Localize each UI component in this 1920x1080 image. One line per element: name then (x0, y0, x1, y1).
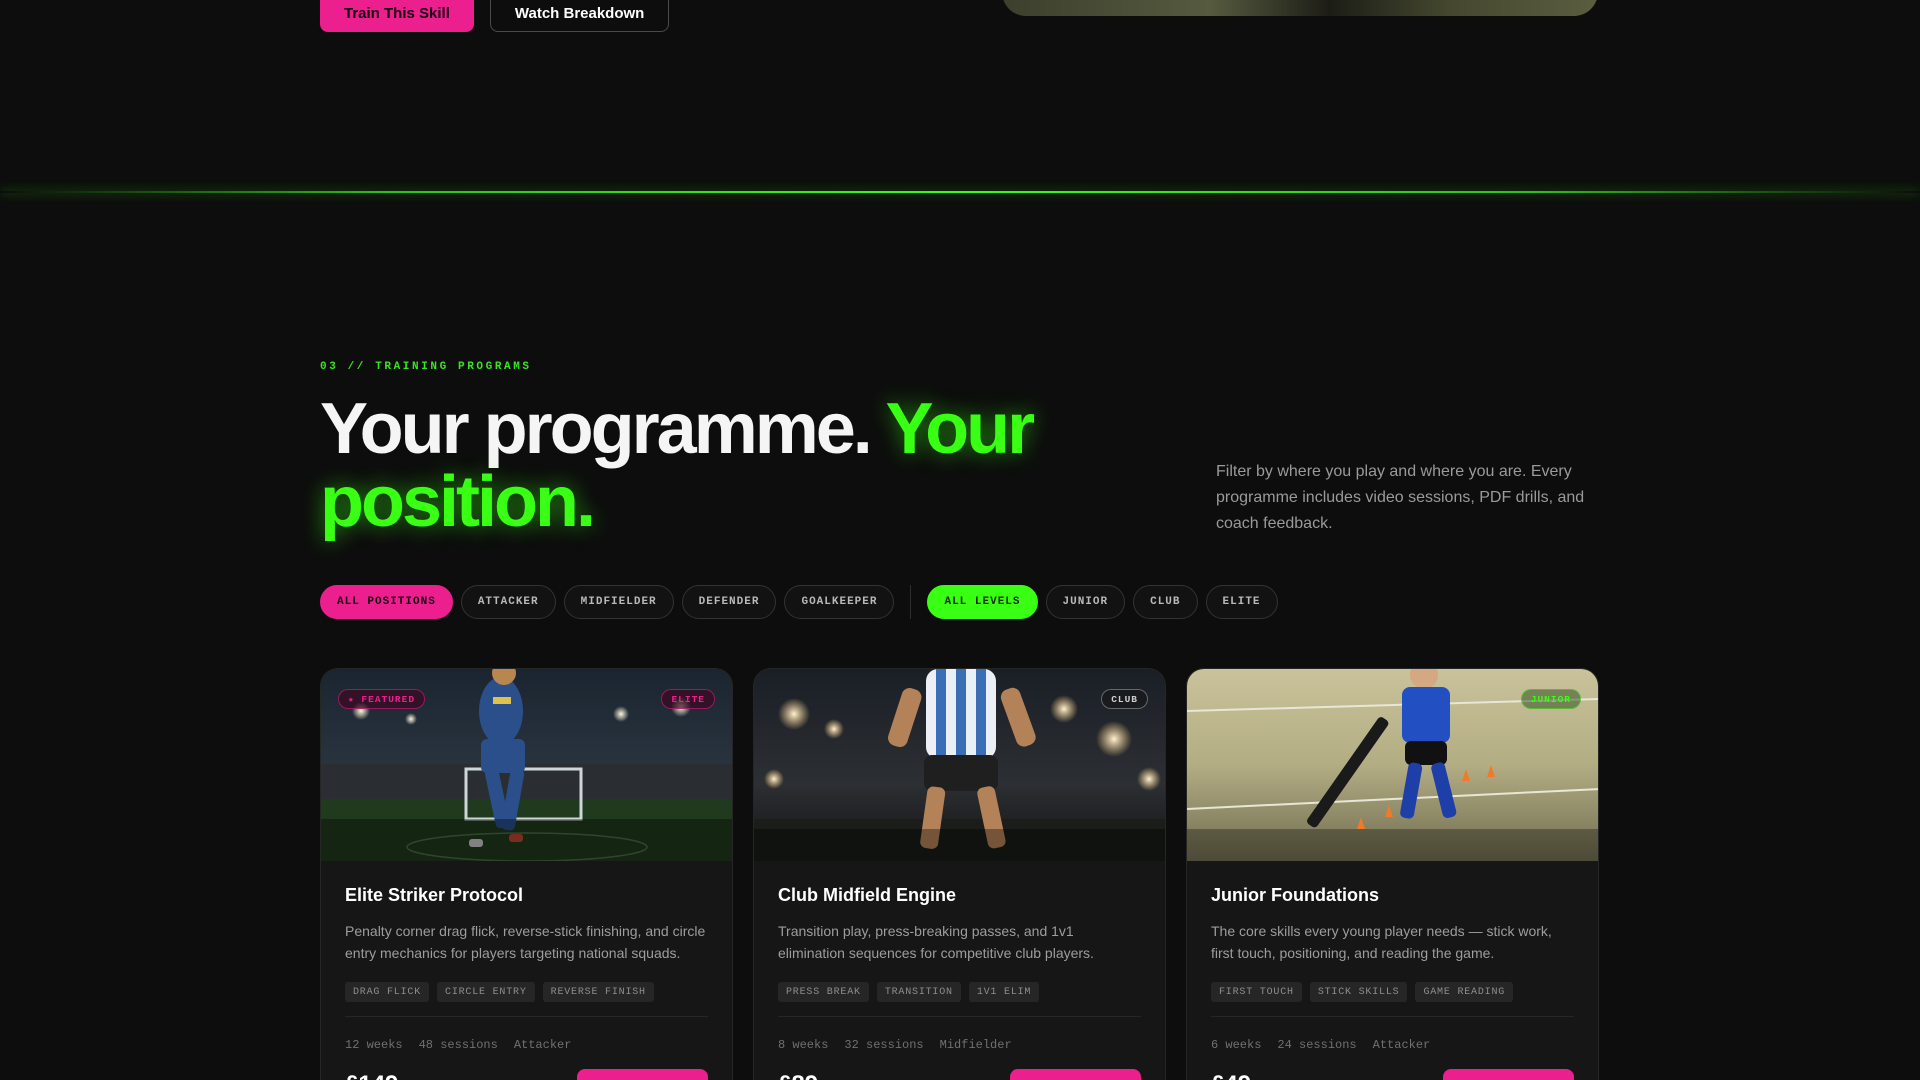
program-price: £89 (778, 1069, 818, 1080)
program-sessions: 24 sessions (1277, 1038, 1357, 1052)
filter-bar: ALL POSITIONS ATTACKER MIDFIELDER DEFEND… (320, 585, 1278, 619)
program-position: Attacker (513, 1038, 572, 1052)
filter-position-goalkeeper[interactable]: GOALKEEPER (784, 585, 895, 619)
program-tag: GAME READING (1415, 982, 1514, 1002)
hero-image (1002, 0, 1598, 16)
filter-position-defender[interactable]: DEFENDER (681, 585, 777, 619)
program-meta: 8 weeks 32 sessions Midfielder (778, 1038, 1141, 1052)
program-title: Elite Striker Protocol (345, 885, 524, 905)
program-weeks: 8 weeks (778, 1038, 829, 1052)
featured-badge: ★ FEATURED (338, 689, 426, 709)
program-card-elite-striker[interactable]: ★ FEATURED ELITE Elite Striker Protocol … (320, 668, 733, 1080)
filter-level-all[interactable]: ALL LEVELS (927, 585, 1038, 619)
filter-position-midfielder[interactable]: MIDFIELDER (563, 585, 674, 619)
page-title: Your programme. Your position. (320, 393, 1100, 539)
section-label: 03 // TRAINING PROGRAMS (320, 361, 532, 373)
level-badge: JUNIOR (1520, 689, 1581, 709)
enroll-button[interactable] (1443, 1069, 1574, 1080)
program-weeks: 6 weeks (1211, 1038, 1262, 1052)
section-intro: Filter by where you play and where you a… (1216, 463, 1585, 532)
filter-position-all[interactable]: ALL POSITIONS (320, 585, 453, 619)
program-card-junior-foundations[interactable]: JUNIOR Junior Foundations The core skill… (1186, 668, 1599, 1080)
program-tag: FIRST TOUCH (1211, 982, 1302, 1002)
program-position: Midfielder (939, 1038, 1012, 1052)
program-sessions: 32 sessions (844, 1038, 924, 1052)
program-tag: STICK SKILLS (1309, 982, 1408, 1002)
program-weeks: 12 weeks (345, 1038, 403, 1052)
program-card-club-midfield[interactable]: CLUB Club Midfield Engine Transition pla… (753, 668, 1166, 1080)
program-price: £49 (1211, 1069, 1251, 1080)
filter-level-junior[interactable]: JUNIOR (1045, 585, 1126, 619)
program-title: Club Midfield Engine (778, 885, 956, 905)
filter-separator (910, 585, 912, 619)
program-tags: FIRST TOUCH STICK SKILLS GAME READING (1211, 982, 1574, 1017)
program-position: Attacker (1372, 1038, 1431, 1052)
enroll-button[interactable] (1010, 1069, 1141, 1080)
program-meta: 6 weeks 24 sessions Attacker (1211, 1038, 1574, 1052)
program-tags: PRESS BREAK TRANSITION 1V1 ELIM (778, 982, 1141, 1017)
program-cards: ★ FEATURED ELITE Elite Striker Protocol … (320, 668, 1599, 1080)
program-sessions: 48 sessions (418, 1038, 498, 1052)
program-description: The core skills every young player needs… (1211, 923, 1552, 961)
train-skill-button[interactable]: Train This Skill (320, 0, 474, 32)
program-price: £149 (345, 1069, 398, 1080)
program-description: Penalty corner drag flick, reverse-stick… (345, 923, 706, 961)
program-tag: TRANSITION (876, 982, 961, 1002)
program-image: ★ FEATURED ELITE (321, 669, 732, 861)
watch-breakdown-button[interactable]: Watch Breakdown (489, 0, 670, 32)
section-divider (0, 191, 1920, 193)
filter-level-club[interactable]: CLUB (1133, 585, 1198, 619)
hero-actions: Train This Skill Watch Breakdown (320, 0, 670, 32)
program-description: Transition play, press-breaking passes, … (778, 923, 1094, 961)
program-tag: 1V1 ELIM (968, 982, 1040, 1002)
filter-position-attacker[interactable]: ATTACKER (460, 585, 556, 619)
level-badge: CLUB (1101, 689, 1148, 709)
program-tag: CIRCLE ENTRY (437, 982, 535, 1002)
program-tag: PRESS BREAK (778, 982, 869, 1002)
program-meta: 12 weeks 48 sessions Attacker (345, 1038, 708, 1052)
headline-main: Your programme. (320, 389, 873, 469)
program-tag: DRAG FLICK (345, 982, 430, 1002)
program-image: CLUB (754, 669, 1165, 861)
program-image: JUNIOR (1187, 669, 1598, 861)
program-title: Junior Foundations (1211, 885, 1379, 905)
program-tag: REVERSE FINISH (542, 982, 654, 1002)
enroll-button[interactable] (577, 1069, 708, 1080)
level-badge: ELITE (661, 689, 715, 709)
program-tags: DRAG FLICK CIRCLE ENTRY REVERSE FINISH (345, 982, 708, 1017)
filter-level-elite[interactable]: ELITE (1205, 585, 1278, 619)
